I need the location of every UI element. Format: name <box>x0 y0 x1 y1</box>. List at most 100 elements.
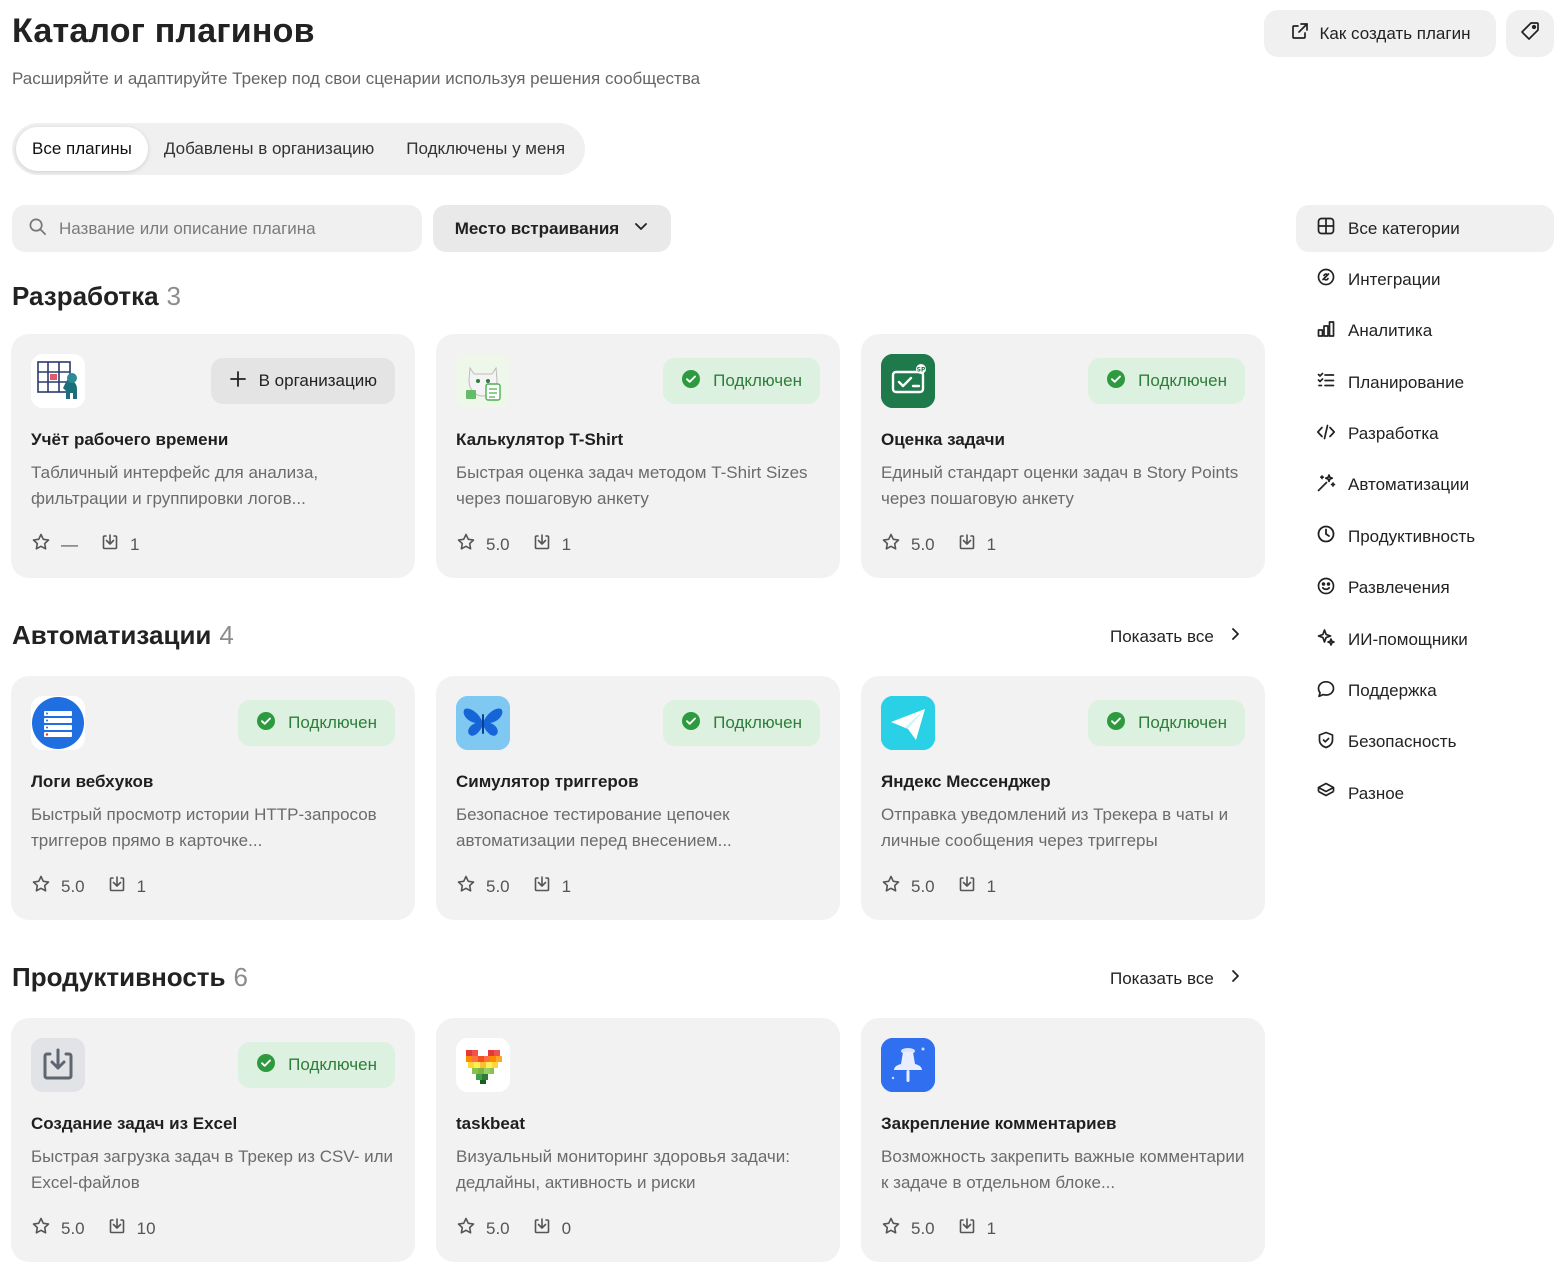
check-circle-icon <box>256 711 276 736</box>
section-count: 3 <box>166 281 182 311</box>
plugin-card[interactable]: Подключен Логи вебхуков Быстрый просмотр… <box>11 676 415 920</box>
add-to-org-button[interactable]: В организацию <box>210 358 395 404</box>
plugin-card[interactable]: Подключен Яндекс Мессенджер Отправка уве… <box>861 676 1265 920</box>
connected-status-button[interactable]: Подключен <box>1088 358 1245 404</box>
plugin-rating: 5.0 <box>911 1218 935 1238</box>
paper-plane-icon <box>881 696 935 750</box>
connected-status-button[interactable]: Подключен <box>663 358 820 404</box>
plugin-description: Визуальный мониторинг здоровья задачи: д… <box>456 1147 790 1192</box>
download-tray-icon <box>31 1038 85 1092</box>
plugin-card[interactable]: Закрепление комментариев Возможность зак… <box>861 1018 1265 1262</box>
sidebar-item-label: Разработка <box>1348 424 1439 444</box>
embed-location-dropdown[interactable]: Место встраивания <box>433 205 671 252</box>
server-list-icon <box>31 696 85 750</box>
category-sidebar: Все категории Интеграции Аналитика Плани… <box>1296 205 1554 822</box>
connected-status-button[interactable]: Подключен <box>663 700 820 746</box>
connected-status-button[interactable]: Подключен <box>238 700 395 746</box>
external-link-icon <box>1290 21 1310 46</box>
star-icon <box>456 1216 476 1241</box>
sparkles-icon <box>1316 627 1336 652</box>
show-all-automations-link[interactable]: Показать все <box>1110 626 1242 647</box>
sidebar-item-all-categories[interactable]: Все категории <box>1296 205 1554 252</box>
status-label: Подключен <box>288 713 377 732</box>
installs-icon <box>957 874 977 899</box>
star-icon <box>456 532 476 557</box>
sidebar-item-analytics[interactable]: Аналитика <box>1296 308 1554 355</box>
plugin-card[interactable]: Подключен Симулятор триггеров Безопасное… <box>436 676 840 920</box>
tag-icon <box>1519 20 1541 47</box>
sidebar-item-automations[interactable]: Автоматизации <box>1296 462 1554 509</box>
installs-icon <box>532 1216 552 1241</box>
status-label: В организацию <box>258 371 377 390</box>
cat-tshirt-icon <box>456 354 510 408</box>
connected-status-button[interactable]: Подключен <box>1088 700 1245 746</box>
plugin-card[interactable]: Подключен Калькулятор T-Shirt Быстрая оц… <box>436 334 840 578</box>
plugin-description: Табличный интерфейс для анализа, фильтра… <box>31 463 319 508</box>
sidebar-item-label: Все категории <box>1348 218 1460 238</box>
star-icon <box>881 532 901 557</box>
tag-button[interactable] <box>1506 10 1554 57</box>
sidebar-item-ai-assistants[interactable]: ИИ-помощники <box>1296 616 1554 663</box>
section-title-text: Продуктивность <box>12 962 226 992</box>
sidebar-item-label: ИИ-помощники <box>1348 629 1468 649</box>
show-all-label: Показать все <box>1110 626 1214 646</box>
plugin-card[interactable]: Подключен Создание задач из Excel Быстра… <box>11 1018 415 1262</box>
plugin-installs: 1 <box>986 876 997 896</box>
sidebar-item-label: Развлечения <box>1348 578 1450 598</box>
sidebar-item-entertainment[interactable]: Развлечения <box>1296 565 1554 612</box>
plugin-name: Создание задач из Excel <box>31 1114 238 1133</box>
search-box <box>12 205 422 252</box>
installs-icon <box>532 874 552 899</box>
plugin-installs: 1 <box>136 876 147 896</box>
plugin-card[interactable]: В организацию Учёт рабочего времени Табл… <box>11 334 415 578</box>
plugin-name: Яндекс Мессенджер <box>881 772 1051 791</box>
sidebar-item-development[interactable]: Разработка <box>1296 411 1554 458</box>
timesheet-grid-icon <box>31 354 85 408</box>
plugin-rating: 5.0 <box>486 1218 510 1238</box>
sidebar-item-support[interactable]: Поддержка <box>1296 668 1554 715</box>
plugin-rating: 5.0 <box>61 1218 85 1238</box>
check-circle-icon <box>256 1053 276 1078</box>
plus-icon <box>229 370 247 393</box>
section-title-text: Разработка <box>12 281 159 311</box>
tab-added-to-org[interactable]: Добавлены в организацию <box>148 127 390 171</box>
pushpin-icon <box>881 1038 935 1092</box>
star-icon <box>31 1216 51 1241</box>
status-label: Подключен <box>1138 713 1227 732</box>
status-label: Подключен <box>1138 371 1227 390</box>
star-icon <box>31 532 51 557</box>
sidebar-item-label: Интеграции <box>1348 269 1441 289</box>
tab-all-plugins[interactable]: Все плагины <box>16 127 148 171</box>
plugin-rating: — <box>61 534 78 554</box>
svg-text:SP: SP <box>917 367 926 374</box>
sidebar-item-misc[interactable]: Разное <box>1296 770 1554 817</box>
plugin-rating: 5.0 <box>486 876 510 896</box>
check-circle-icon <box>681 369 701 394</box>
code-icon <box>1316 422 1336 447</box>
search-input[interactable] <box>59 218 399 239</box>
plugin-installs: 1 <box>130 534 140 554</box>
sidebar-item-productivity[interactable]: Продуктивность <box>1296 513 1554 560</box>
check-circle-icon <box>681 711 701 736</box>
connected-status-button[interactable]: Подключен <box>238 1042 395 1088</box>
sidebar-item-label: Поддержка <box>1348 681 1437 701</box>
bar-chart-icon <box>1316 319 1336 344</box>
status-label: Подключен <box>288 1055 377 1074</box>
search-icon <box>28 217 47 241</box>
tab-connected-by-me[interactable]: Подключены у меня <box>390 127 581 171</box>
plugin-installs: 10 <box>136 1218 156 1238</box>
plugin-tabs: Все плагины Добавлены в организацию Подк… <box>12 123 586 175</box>
sidebar-item-security[interactable]: Безопасность <box>1296 719 1554 766</box>
show-all-productivity-link[interactable]: Показать все <box>1110 968 1242 989</box>
sidebar-item-label: Продуктивность <box>1348 526 1476 546</box>
show-all-label: Показать все <box>1110 968 1214 988</box>
plugin-name: Оценка задачи <box>881 430 1005 449</box>
sidebar-item-integrations[interactable]: Интеграции <box>1296 256 1554 303</box>
sidebar-item-planning[interactable]: Планирование <box>1296 359 1554 406</box>
plugin-card[interactable]: SP Подключен Оценка задачи Единый станда… <box>861 334 1265 578</box>
grid-icon <box>1316 216 1336 241</box>
plugin-name: Калькулятор T-Shirt <box>456 430 624 449</box>
how-to-create-plugin-button[interactable]: Как создать плагин <box>1264 10 1496 57</box>
plugin-card[interactable]: taskbeat Визуальный мониторинг здоровья … <box>436 1018 840 1262</box>
plugin-description: Безопасное тестирование цепочек автомати… <box>456 805 732 850</box>
